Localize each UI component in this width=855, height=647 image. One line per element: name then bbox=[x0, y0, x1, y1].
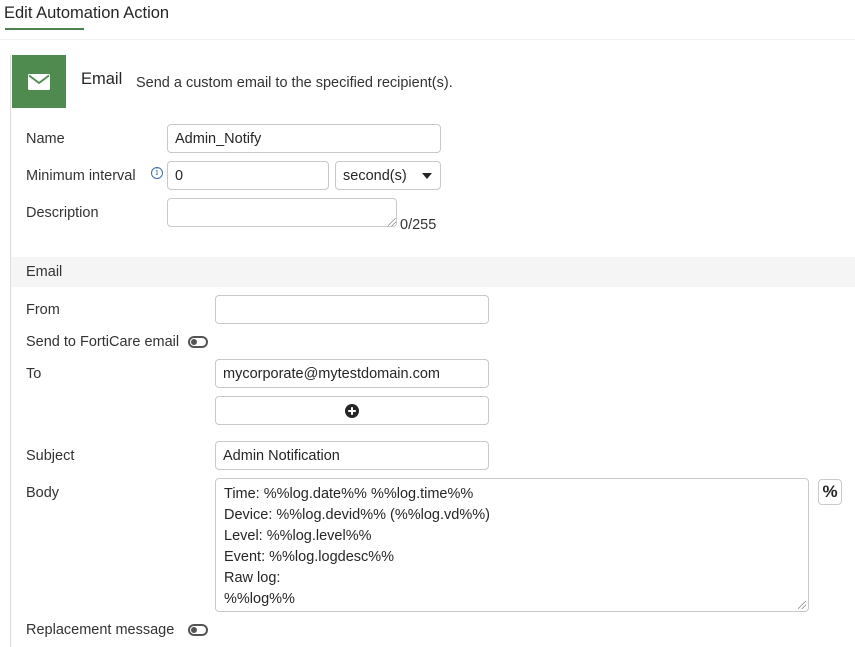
body-resize-grip-icon[interactable] bbox=[798, 601, 806, 609]
header-separator bbox=[0, 39, 855, 40]
body-label: Body bbox=[26, 485, 60, 501]
subject-input[interactable]: Admin Notification bbox=[215, 441, 489, 470]
name-input[interactable]: Admin_Notify bbox=[167, 124, 441, 153]
to-label: To bbox=[26, 366, 42, 382]
interval-unit-select[interactable]: second(s) bbox=[335, 161, 441, 190]
action-type-header: Email Send a custom email to the specifi… bbox=[11, 55, 855, 108]
action-type-description: Send a custom email to the specified rec… bbox=[136, 75, 453, 91]
active-tab-underline bbox=[5, 28, 84, 30]
email-section-header: Email bbox=[11, 257, 855, 287]
toggle-knob bbox=[191, 627, 197, 633]
edit-action-panel: Email Send a custom email to the specifi… bbox=[10, 55, 855, 647]
description-label: Description bbox=[26, 205, 99, 221]
interval-unit-value: second(s) bbox=[343, 167, 407, 184]
from-label: From bbox=[26, 302, 60, 318]
body-textarea[interactable]: Time: %%log.date%% %%log.time%% Device: … bbox=[215, 478, 809, 612]
minimum-interval-input[interactable]: 0 bbox=[167, 161, 329, 190]
subject-label: Subject bbox=[26, 448, 75, 464]
forticare-email-label: Send to FortiCare email bbox=[26, 334, 180, 350]
forticare-email-toggle[interactable] bbox=[188, 336, 208, 348]
page-tab-title[interactable]: Edit Automation Action bbox=[4, 4, 169, 23]
to-email-input[interactable]: mycorporate@mytestdomain.com bbox=[215, 359, 489, 388]
resize-grip-icon[interactable] bbox=[388, 218, 396, 226]
info-icon[interactable]: i bbox=[151, 167, 163, 179]
replacement-message-label: Replacement message bbox=[26, 622, 175, 638]
plus-circle-icon bbox=[345, 403, 359, 418]
insert-variable-button[interactable]: % bbox=[818, 479, 842, 505]
envelope-icon bbox=[28, 73, 50, 90]
minimum-interval-label: Minimum interval bbox=[26, 168, 136, 184]
email-section-title: Email bbox=[26, 264, 63, 280]
toggle-knob bbox=[191, 339, 197, 345]
action-type-icon-box bbox=[12, 55, 66, 108]
from-input[interactable] bbox=[215, 295, 489, 324]
description-counter: 0/255 bbox=[400, 217, 437, 233]
action-type-title: Email bbox=[81, 70, 123, 88]
chevron-down-icon bbox=[422, 173, 432, 179]
description-textarea[interactable] bbox=[167, 198, 397, 227]
name-label: Name bbox=[26, 131, 65, 147]
replacement-message-toggle[interactable] bbox=[188, 624, 208, 636]
add-recipient-button[interactable] bbox=[215, 396, 489, 425]
